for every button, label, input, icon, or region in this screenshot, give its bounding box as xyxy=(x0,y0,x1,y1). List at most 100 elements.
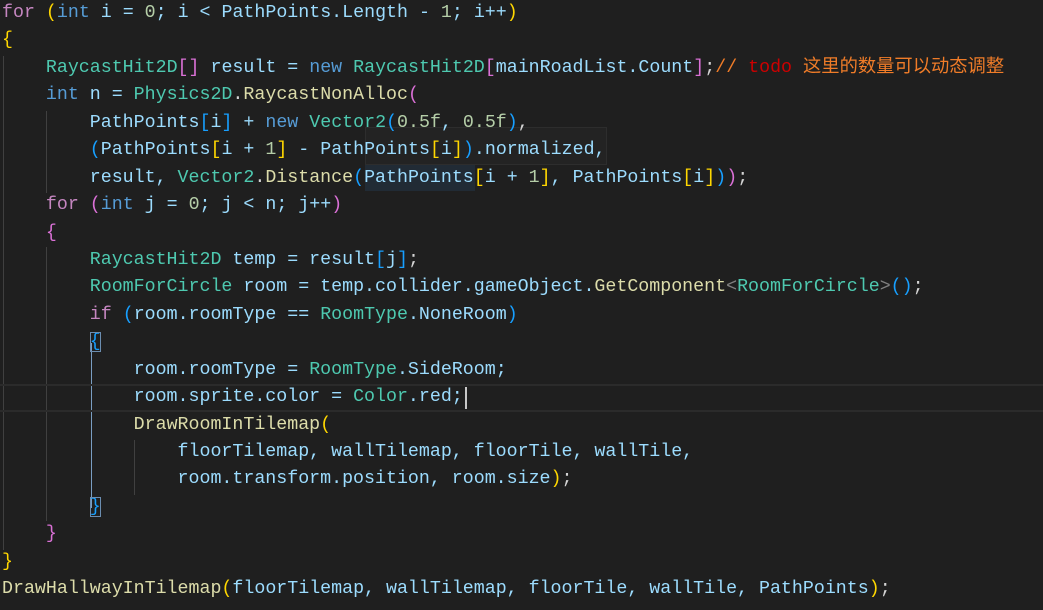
code-line[interactable]: RaycastHit2D[] result = new RaycastHit2D… xyxy=(2,55,1043,82)
code-token: RoomType xyxy=(320,304,408,325)
code-token: PathPoints xyxy=(364,167,474,188)
code-token: ) xyxy=(506,112,518,133)
code-token: ) xyxy=(726,167,738,188)
code-token: ; xyxy=(912,277,924,298)
code-token: RaycastNonAlloc xyxy=(243,85,408,106)
code-token: [ xyxy=(682,167,694,188)
code-token: () xyxy=(890,277,913,298)
code-token: room.sprite.color = xyxy=(2,387,354,408)
code-line[interactable]: room.roomType = RoomType.SideRoom; xyxy=(2,357,1043,384)
code-token: 这里的数量可以动态调整 xyxy=(792,57,1005,78)
code-token: RoomForCircle xyxy=(89,277,233,298)
code-line[interactable]: } xyxy=(2,549,1043,576)
code-token: i xyxy=(440,140,452,161)
code-token: ] xyxy=(276,140,288,161)
code-token: Distance xyxy=(265,167,354,188)
code-token: RaycastHit2D xyxy=(45,57,178,78)
code-token: mainRoadList.Count xyxy=(495,57,694,78)
code-line[interactable]: RaycastHit2D temp = result[j]; xyxy=(2,247,1043,274)
code-line[interactable]: for (int i = 0; i < PathPoints.Length - … xyxy=(2,0,1043,27)
code-token: 0.5f xyxy=(397,112,441,133)
code-token: < xyxy=(726,277,738,298)
code-token: , PathPoints xyxy=(550,167,683,188)
code-editor[interactable]: for (int i = 0; i < PathPoints.Length - … xyxy=(2,0,1043,604)
code-token: room.transform.position, room.size xyxy=(2,469,551,490)
code-line[interactable]: int n = Physics2D.RaycastNonAlloc( xyxy=(2,82,1043,109)
code-token: RaycastHit2D xyxy=(353,57,485,78)
code-token: . xyxy=(232,85,244,106)
code-token: ( xyxy=(221,579,233,600)
code-token: [ xyxy=(210,140,222,161)
code-token: int xyxy=(45,85,79,106)
code-token: 0 xyxy=(144,3,156,23)
code-token: { xyxy=(89,332,101,353)
code-token: . xyxy=(254,167,266,188)
code-token: ( xyxy=(386,112,398,133)
code-line[interactable]: for (int j = 0; j < n; j++) xyxy=(2,192,1043,219)
code-token: ] xyxy=(221,112,233,133)
code-token: .red; xyxy=(407,387,463,408)
code-token: > xyxy=(879,277,891,298)
code-line[interactable]: PathPoints[i] + new Vector2(0.5f, 0.5f), xyxy=(2,110,1043,137)
code-token: [ xyxy=(375,249,386,270)
code-token: // xyxy=(715,57,749,78)
code-token: ] xyxy=(693,57,705,78)
code-line[interactable]: { xyxy=(2,27,1043,54)
code-token: 1 xyxy=(265,140,277,161)
code-line[interactable]: RoomForCircle room = temp.collider.gameO… xyxy=(2,274,1043,301)
code-line[interactable]: floorTilemap, wallTilemap, floorTile, wa… xyxy=(2,439,1043,466)
code-token: ; i++ xyxy=(451,3,507,23)
code-line[interactable]: result, Vector2.Distance(PathPoints[i + … xyxy=(2,165,1043,192)
code-line[interactable]: (PathPoints[i + 1] - PathPoints[i]).norm… xyxy=(2,137,1043,164)
code-line[interactable]: room.transform.position, room.size); xyxy=(2,466,1043,493)
code-line[interactable]: { xyxy=(2,329,1043,356)
code-line[interactable]: DrawRoomInTilemap( xyxy=(2,412,1043,439)
code-token: for xyxy=(45,195,79,216)
code-token: ; xyxy=(737,167,749,188)
code-token: n = xyxy=(78,85,134,106)
text-cursor xyxy=(465,387,467,409)
code-token: temp = result xyxy=(221,249,376,270)
code-token: [ xyxy=(484,57,496,78)
code-token: [ xyxy=(199,112,211,133)
code-token: ( xyxy=(122,304,134,325)
code-token: ; i < PathPoints.Length - xyxy=(155,3,441,23)
code-token: for xyxy=(2,3,35,23)
code-token: RoomType xyxy=(309,359,397,380)
code-token: { xyxy=(45,222,57,243)
code-token: } xyxy=(45,524,57,545)
code-token: int xyxy=(100,195,134,216)
code-token: ( xyxy=(353,167,365,188)
code-token: ) xyxy=(506,3,518,23)
code-token: 1 xyxy=(528,167,540,188)
code-token: } xyxy=(2,551,13,572)
code-token: - PathPoints xyxy=(287,140,430,161)
code-token: i + xyxy=(484,167,529,188)
code-token: ( xyxy=(407,85,419,106)
code-line[interactable]: if (room.roomType == RoomType.NoneRoom) xyxy=(2,302,1043,329)
code-token: .normalized, xyxy=(473,140,606,161)
code-token: new xyxy=(309,57,343,78)
code-token: j xyxy=(386,249,397,270)
code-line[interactable]: DrawHallwayInTilemap(floorTilemap, wallT… xyxy=(2,576,1043,603)
code-token: ( xyxy=(89,195,101,216)
code-line[interactable]: { xyxy=(2,220,1043,247)
code-token: floorTilemap, wallTilemap, floorTile, wa… xyxy=(2,442,694,462)
code-line[interactable]: room.sprite.color = Color.red; xyxy=(0,384,1043,411)
code-line[interactable]: } xyxy=(2,494,1043,521)
code-token: Vector2 xyxy=(309,112,387,133)
code-token: ] xyxy=(451,140,463,161)
code-line[interactable]: } xyxy=(2,521,1043,548)
code-token: ] xyxy=(704,167,716,188)
code-token: ) xyxy=(550,469,562,490)
code-token: , xyxy=(517,112,529,133)
code-token: todo xyxy=(748,57,793,78)
code-token: [ xyxy=(473,167,485,188)
